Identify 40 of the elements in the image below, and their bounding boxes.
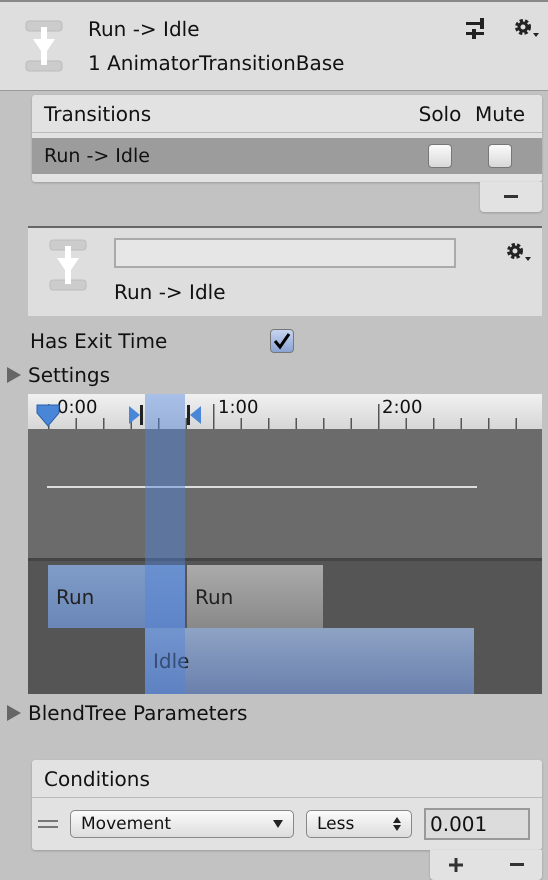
solo-checkbox[interactable] <box>428 144 452 168</box>
add-icon[interactable] <box>448 858 462 872</box>
clip-label: Run <box>195 584 234 608</box>
exit-time-checkbox[interactable] <box>270 329 294 353</box>
parameter-dropdown[interactable]: Movement <box>70 810 294 838</box>
remove-icon[interactable] <box>510 863 524 867</box>
mode-dropdown[interactable]: Less <box>306 810 412 838</box>
mute-checkbox[interactable] <box>488 144 512 168</box>
transition-timeline[interactable]: 0:00 1:00 2:00 Run Run Idle <box>28 394 542 694</box>
time-label: 1:00 <box>218 397 258 418</box>
clip-label: Idle <box>153 649 190 673</box>
transition-icon <box>48 238 88 292</box>
transition-icon <box>24 19 64 73</box>
transition-label: Run -> Idle <box>114 280 226 304</box>
drag-handle-icon[interactable] <box>38 819 58 829</box>
clip-label: Run <box>56 584 94 608</box>
clip-bar[interactable]: Run <box>48 565 185 628</box>
stepper-icon <box>393 817 401 831</box>
column-header: Solo <box>418 102 462 126</box>
field-label: Has Exit Time <box>30 329 168 353</box>
time-label: 0:00 <box>57 397 98 418</box>
value-field[interactable]: 0.001 <box>424 808 530 840</box>
remove-icon[interactable] <box>504 195 518 199</box>
list-title: Transitions <box>44 102 152 126</box>
transition-end-icon[interactable] <box>186 404 202 426</box>
caret-icon <box>273 820 283 828</box>
transition-title: Run -> Idle <box>88 17 200 41</box>
list-title: Conditions <box>44 766 150 790</box>
object-type: 1 AnimatorTransitionBase <box>88 51 346 75</box>
transition-start-icon[interactable] <box>128 404 144 426</box>
foldout-icon[interactable] <box>6 366 22 384</box>
foldout-icon[interactable] <box>6 704 22 722</box>
transition-row[interactable]: Run -> Idle <box>32 138 542 174</box>
section-label[interactable]: BlendTree Parameters <box>28 701 248 725</box>
section-label[interactable]: Settings <box>28 363 110 387</box>
column-header: Mute <box>474 102 526 126</box>
row-label: Run -> Idle <box>44 145 151 167</box>
clip-bar[interactable]: Run <box>187 565 323 628</box>
name-field[interactable] <box>114 238 456 268</box>
time-label: 2:00 <box>382 397 422 418</box>
